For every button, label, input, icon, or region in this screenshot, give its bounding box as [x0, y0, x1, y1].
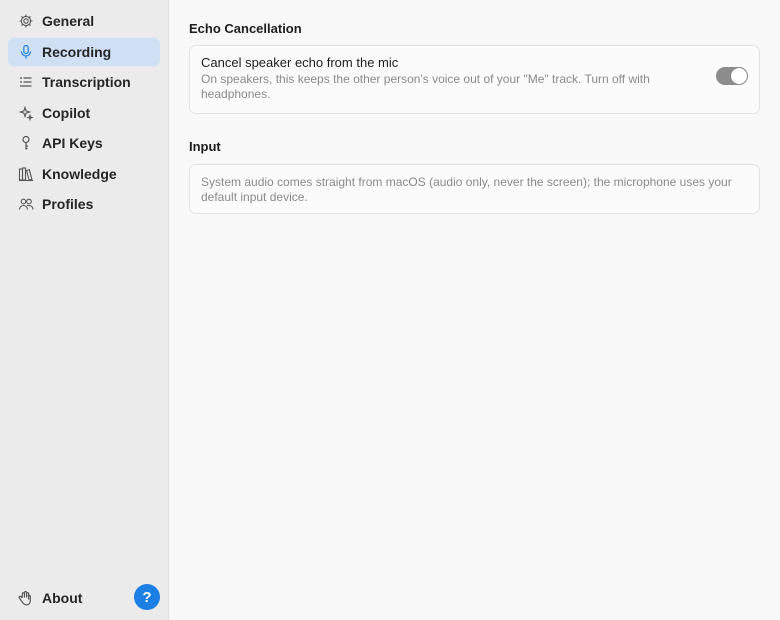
sidebar-item-knowledge[interactable]: Knowledge [8, 160, 160, 188]
sidebar-item-label: Recording [42, 43, 112, 60]
sidebar: General Recording Transcription Copilot … [0, 0, 169, 620]
sidebar-item-transcription[interactable]: Transcription [8, 68, 160, 96]
hand-wave-icon [17, 590, 34, 607]
input-info-card: System audio comes straight from macOS (… [189, 164, 760, 214]
key-icon [17, 135, 34, 152]
input-description: System audio comes straight from macOS (… [201, 175, 732, 204]
sidebar-item-profiles[interactable]: Profiles [8, 190, 160, 218]
gear-icon [17, 13, 34, 30]
sidebar-item-label: Profiles [42, 196, 94, 212]
books-icon [17, 165, 34, 182]
sidebar-item-copilot[interactable]: Copilot [8, 99, 160, 127]
about-label: About [42, 590, 83, 606]
toggle-knob [731, 68, 747, 84]
sidebar-item-api-keys[interactable]: API Keys [8, 129, 160, 157]
transcript-lines-icon [17, 74, 34, 91]
sidebar-item-recording[interactable]: Recording [8, 37, 160, 66]
sidebar-nav: General Recording Transcription Copilot … [8, 7, 160, 221]
echo-section-title: Echo Cancellation [189, 21, 302, 36]
about-button[interactable]: About [8, 584, 82, 612]
microphone-icon [17, 43, 34, 60]
sidebar-item-label: API Keys [42, 135, 103, 151]
input-section-title: Input [189, 139, 221, 154]
sparkle-icon [17, 104, 34, 121]
people-icon [17, 196, 34, 213]
echo-cancellation-toggle[interactable] [716, 67, 748, 85]
sidebar-item-label: Transcription [42, 74, 131, 90]
sidebar-item-label: Copilot [42, 104, 91, 121]
sidebar-item-label: General [42, 13, 95, 29]
echo-toggle-description: On speakers, this keeps the other person… [201, 72, 650, 101]
echo-toggle-title: Cancel speaker echo from the mic [201, 55, 399, 70]
sidebar-item-general[interactable]: General [8, 7, 160, 35]
sidebar-footer: About ? [8, 584, 160, 612]
help-button[interactable]: ? [134, 584, 160, 610]
sidebar-item-label: Knowledge [42, 165, 117, 182]
echo-cancellation-card: Cancel speaker echo from the mic On spea… [189, 45, 760, 114]
